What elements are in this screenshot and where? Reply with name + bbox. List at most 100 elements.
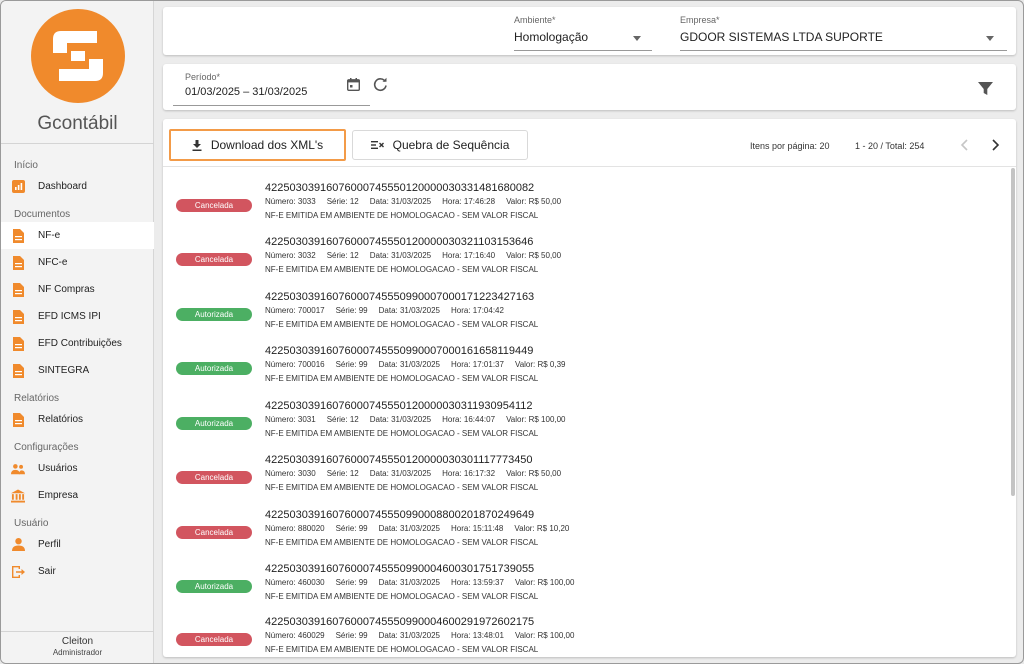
hora: Hora: 17:01:37 (451, 360, 504, 369)
data: Data: 31/03/2025 (369, 197, 432, 206)
sidebar-item-label: EFD ICMS IPI (38, 311, 101, 322)
data: Data: 31/03/2025 (369, 469, 432, 478)
valor: Valor: R$ 50,00 (506, 251, 562, 260)
user-name: Cleiton (61, 636, 94, 647)
empresa-label: Empresa* (680, 15, 720, 25)
sidebar-item-usuarios[interactable]: Usuários (1, 455, 154, 482)
ambiente-label: Ambiente* (514, 15, 556, 25)
sidebar-item-efd-contribuicoes[interactable]: EFD Contribuições (1, 330, 154, 357)
sidebar-item-nf-compras[interactable]: NF Compras (1, 276, 154, 303)
valor: Valor: R$ 50,00 (506, 469, 562, 478)
status-badge: Autorizada (176, 580, 252, 593)
status-badge: Cancelada (176, 633, 252, 646)
quebra-sequencia-button[interactable]: Quebra de Sequência (352, 130, 528, 160)
numero: Número: 3033 (265, 197, 316, 206)
empresa-select[interactable]: Empresa* GDOOR SISTEMAS LTDA SUPORTE (680, 15, 1007, 51)
row-note: NF-E EMITIDA EM AMBIENTE DE HOMOLOGACAO … (265, 592, 539, 601)
sidebar-item-perfil[interactable]: Perfil (1, 531, 154, 558)
period-filter: Período* 01/03/2025 – 31/03/2025 (163, 64, 1016, 110)
numero: Número: 700016 (265, 360, 325, 369)
items-per-page[interactable]: Itens por página: 20 (750, 141, 830, 151)
sidebar-item-label: NFC-e (38, 257, 68, 268)
period-value: 01/03/2025 – 31/03/2025 (185, 86, 308, 98)
section-title-usuario: Usuário (14, 518, 49, 529)
sidebar-item-relatorios[interactable]: Relatórios (1, 406, 154, 433)
hora: Hora: 17:16:40 (442, 251, 496, 260)
list-item[interactable]: Autorizada 42250303916076000745550990007… (163, 291, 1003, 345)
serie: Série: 99 (335, 631, 368, 640)
status-badge: Cancelada (176, 199, 252, 212)
row-meta: Número: 460030 Série: 99 Data: 31/03/2025 H… (265, 578, 585, 587)
sidebar-item-label: NF Compras (38, 284, 95, 295)
access-key: 4225030391607600074555099000460030175173… (265, 563, 535, 575)
access-key: 4225030391607600074555012000003030111777… (265, 454, 533, 466)
serie: Série: 12 (326, 415, 359, 424)
access-key: 4225030391607600074555012000003031193095… (265, 400, 533, 412)
period-input[interactable]: Período* 01/03/2025 – 31/03/2025 (173, 72, 370, 106)
status-badge: Cancelada (176, 526, 252, 539)
sidebar-item-dashboard[interactable]: Dashboard (1, 173, 154, 200)
sidebar-item-nfce[interactable]: NFC-e (1, 249, 154, 276)
list-item[interactable]: Autorizada 42250303916076000745550120000… (163, 400, 1003, 454)
sidebar-nav: Início Dashboard Documentos NF-e NFC-e N… (1, 151, 154, 585)
sidebar-item-empresa[interactable]: Empresa (1, 482, 154, 509)
list-item[interactable]: Cancelada 422503039160760007455501200000… (163, 182, 1003, 236)
numero: Número: 3032 (265, 251, 316, 260)
numero: Número: 3030 (265, 469, 316, 478)
list-item[interactable]: Cancelada 422503039160760007455501200000… (163, 236, 1003, 290)
list-item[interactable]: Cancelada 422503039160760007455501200000… (163, 454, 1003, 508)
document-icon (11, 282, 25, 297)
row-meta: Número: 3033 Série: 12 Data: 31/03/2025 Hor… (265, 197, 572, 206)
refresh-icon[interactable] (373, 77, 388, 92)
chevron-left-icon[interactable] (957, 138, 973, 152)
list-item[interactable]: Autorizada 42250303916076000745550990007… (163, 345, 1003, 399)
serie: Série: 12 (326, 251, 359, 260)
users-icon (11, 462, 25, 476)
chevron-right-icon[interactable] (987, 138, 1003, 152)
status-badge: Cancelada (176, 253, 252, 266)
sidebar-item-label: SINTEGRA (38, 365, 90, 376)
sidebar-item-label: Dashboard (38, 181, 87, 192)
section-title-inicio: Início (14, 160, 38, 171)
field-underline (680, 50, 1007, 51)
person-icon (11, 538, 25, 552)
filter-icon[interactable] (978, 81, 993, 96)
status-badge: Autorizada (176, 308, 252, 321)
valor: Valor: R$ 100,00 (506, 415, 566, 424)
list-item[interactable]: Cancelada 422503039160760007455509900046… (163, 616, 1003, 657)
row-note: NF-E EMITIDA EM AMBIENTE DE HOMOLOGACAO … (265, 211, 539, 220)
scrollbar[interactable] (1011, 168, 1015, 496)
valor: Valor: R$ 100,00 (514, 578, 575, 587)
status-badge: Autorizada (176, 417, 252, 430)
status-badge: Cancelada (176, 471, 252, 484)
filter-header: Ambiente* Homologação Empresa* GDOOR SIS… (163, 7, 1016, 55)
data: Data: 31/03/2025 (369, 251, 432, 260)
logout-icon (11, 565, 25, 579)
row-note: NF-E EMITIDA EM AMBIENTE DE HOMOLOGACAO … (265, 645, 539, 654)
section-title-relatorios: Relatórios (14, 393, 60, 404)
hora: Hora: 15:11:48 (451, 524, 504, 533)
field-underline (173, 105, 370, 106)
list-item[interactable]: Cancelada 422503039160760007455509900088… (163, 509, 1003, 563)
data: Data: 31/03/2025 (369, 415, 432, 424)
page-range: 1 - 20 / Total: 254 (855, 141, 925, 151)
sidebar-item-nfe[interactable]: NF-e (1, 222, 154, 249)
row-note: NF-E EMITIDA EM AMBIENTE DE HOMOLOGACAO … (265, 265, 539, 274)
ambiente-select[interactable]: Ambiente* Homologação (514, 15, 652, 51)
sidebar-item-sair[interactable]: Sair (1, 558, 154, 585)
serie: Série: 12 (326, 197, 359, 206)
nfe-list-panel: Download dos XML's Quebra de Sequência I… (163, 119, 1016, 657)
row-note: NF-E EMITIDA EM AMBIENTE DE HOMOLOGACAO … (265, 429, 539, 438)
numero: Número: 880020 (265, 524, 325, 533)
list-item[interactable]: Autorizada 42250303916076000745550990004… (163, 563, 1003, 617)
ambiente-value: Homologação (514, 30, 589, 44)
sidebar-item-efd-icms-ipi[interactable]: EFD ICMS IPI (1, 303, 154, 330)
sidebar-item-label: Usuários (38, 463, 78, 474)
row-note: NF-E EMITIDA EM AMBIENTE DE HOMOLOGACAO … (265, 320, 539, 329)
download-icon (192, 139, 202, 151)
calendar-icon[interactable] (347, 78, 360, 91)
chevron-down-icon (633, 36, 641, 41)
download-xml-button[interactable]: Download dos XML's (169, 129, 346, 161)
sidebar-item-sintegra[interactable]: SINTEGRA (1, 357, 154, 384)
sidebar-item-label: Relatórios (38, 414, 84, 425)
